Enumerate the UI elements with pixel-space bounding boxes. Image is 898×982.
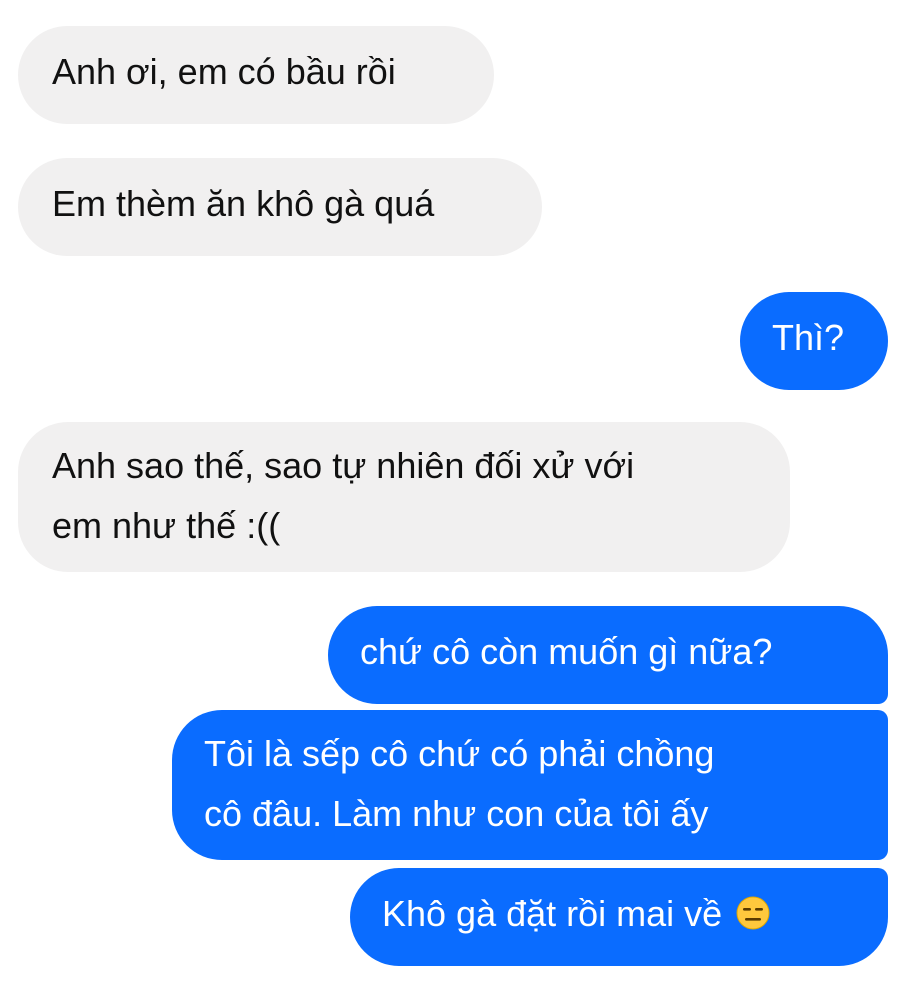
message-bubble-outgoing[interactable]: Khô gà đặt rồi mai về bbox=[350, 868, 888, 966]
message-text: Thì? bbox=[772, 317, 845, 358]
message-bubble-incoming[interactable]: Anh ơi, em có bầu rồi bbox=[18, 26, 494, 124]
message-bubble-outgoing[interactable]: Thì? bbox=[740, 292, 888, 390]
message-bubble-incoming[interactable]: Anh sao thế, sao tự nhiên đối xử với em … bbox=[18, 422, 790, 572]
message-text: Em thèm ăn khô gà quá bbox=[52, 183, 435, 224]
expressionless-face-icon bbox=[736, 888, 770, 930]
message-bubble-outgoing[interactable]: chứ cô còn muốn gì nữa? bbox=[328, 606, 888, 704]
message-text: Tôi là sếp cô chứ có phải chồng bbox=[204, 733, 715, 774]
message-text: Khô gà đặt rồi mai về bbox=[382, 893, 723, 934]
message-bubble-outgoing[interactable]: Tôi là sếp cô chứ có phải chồng cô đâu. … bbox=[172, 710, 888, 860]
message-text: cô đâu. Làm như con của tôi ấy bbox=[204, 793, 709, 834]
message-text: Anh ơi, em có bầu rồi bbox=[52, 51, 396, 92]
message-bubble-incoming[interactable]: Em thèm ăn khô gà quá bbox=[18, 158, 542, 256]
message-text: em như thế :(( bbox=[52, 505, 281, 546]
message-text: Anh sao thế, sao tự nhiên đối xử với bbox=[52, 445, 635, 486]
message-text: chứ cô còn muốn gì nữa? bbox=[360, 631, 773, 672]
